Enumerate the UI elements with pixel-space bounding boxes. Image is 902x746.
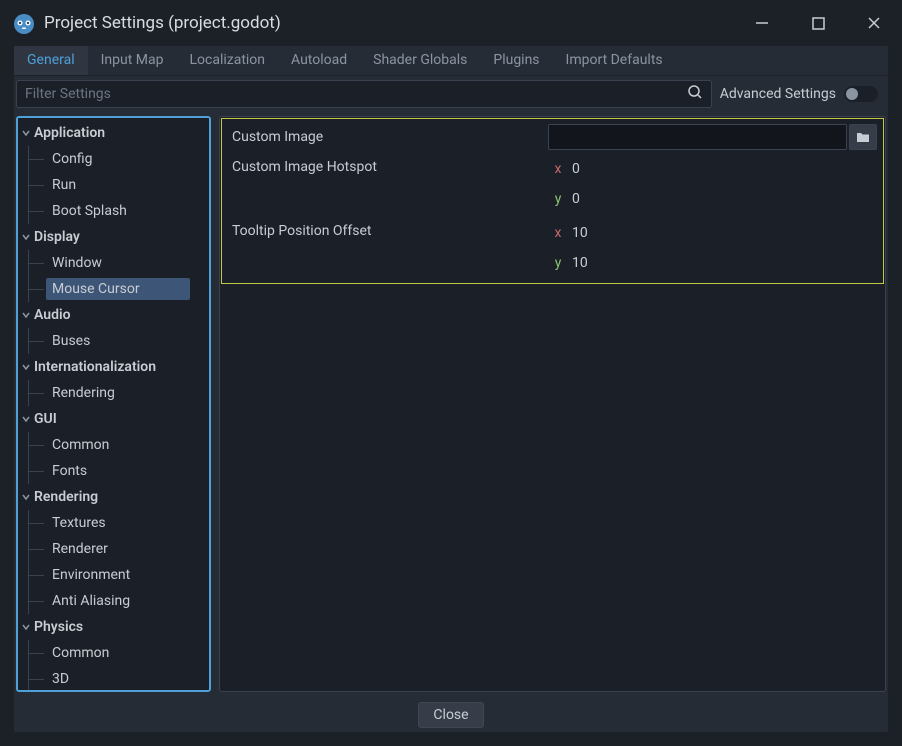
tree-category-label: GUI — [34, 411, 57, 427]
tree-item-label: 3D — [46, 668, 75, 690]
tree-item-anti-aliasing[interactable]: Anti Aliasing — [18, 588, 209, 614]
properties-pane: Custom Image Custom Image Hotspot — [219, 116, 886, 692]
custom-image-hotspot-y-input[interactable] — [568, 191, 877, 207]
tree-item-rendering[interactable]: Rendering — [18, 380, 209, 406]
tree-item-window[interactable]: Window — [18, 250, 209, 276]
chevron-down-icon — [20, 622, 32, 632]
settings-tree[interactable]: Application Config Run Boot Splash Display Wi… — [16, 116, 211, 692]
tree-category-label: Application — [34, 125, 105, 141]
axis-x-label: x — [548, 225, 568, 241]
prop-label-custom-image: Custom Image — [228, 129, 548, 145]
folder-icon — [856, 128, 870, 147]
tree-item-label: Window — [46, 252, 108, 274]
chevron-down-icon — [20, 362, 32, 372]
tree-item-label: Renderer — [46, 538, 114, 560]
tree-item-label: Anti Aliasing — [46, 590, 136, 612]
tab-autoload[interactable]: Autoload — [278, 46, 360, 75]
tree-item-label: Common — [46, 434, 115, 456]
tree-item-label: Fonts — [46, 460, 93, 482]
tree-category-rendering[interactable]: Rendering — [18, 484, 209, 510]
tab-shader-globals[interactable]: Shader Globals — [360, 46, 480, 75]
tree-item-3d[interactable]: 3D — [18, 666, 209, 692]
axis-y-label: y — [548, 191, 568, 207]
tree-item-label: Boot Splash — [46, 200, 133, 222]
minimize-button[interactable] — [746, 7, 778, 39]
tab-import-defaults[interactable]: Import Defaults — [553, 46, 676, 75]
custom-image-hotspot-x-input[interactable] — [568, 161, 877, 177]
tree-item-config[interactable]: Config — [18, 146, 209, 172]
axis-x-label: x — [548, 161, 568, 177]
tree-category-gui[interactable]: GUI — [18, 406, 209, 432]
properties-group: Custom Image Custom Image Hotspot — [221, 118, 884, 284]
browse-file-button[interactable] — [849, 124, 877, 150]
tree-item-label: Textures — [46, 512, 112, 534]
search-field-wrap — [16, 80, 712, 108]
advanced-settings-toggle[interactable] — [844, 86, 878, 102]
chevron-down-icon — [20, 492, 32, 502]
chevron-down-icon — [20, 232, 32, 242]
tree-category-internationalization[interactable]: Internationalization — [18, 354, 209, 380]
tooltip-offset-x-input[interactable] — [568, 225, 877, 241]
tree-category-application[interactable]: Application — [18, 120, 209, 146]
tree-item-label: Buses — [46, 330, 96, 352]
tree-category-label: Rendering — [34, 489, 98, 505]
tree-item-common[interactable]: Common — [18, 640, 209, 666]
chevron-down-icon — [20, 128, 32, 138]
filter-settings-input[interactable] — [21, 82, 687, 106]
tree-item-renderer[interactable]: Renderer — [18, 536, 209, 562]
tree-category-label: Audio — [34, 307, 71, 323]
tree-item-environment[interactable]: Environment — [18, 562, 209, 588]
tree-item-label: Run — [46, 174, 82, 196]
advanced-settings-label: Advanced Settings — [720, 86, 836, 102]
titlebar: Project Settings (project.godot) — [0, 0, 902, 46]
tree-item-label: Config — [46, 148, 98, 170]
tree-item-mouse-cursor[interactable]: Mouse Cursor — [18, 276, 209, 302]
tab-localization[interactable]: Localization — [176, 46, 278, 75]
tree-item-run[interactable]: Run — [18, 172, 209, 198]
tree-category-label: Physics — [34, 619, 83, 635]
tooltip-offset-y-input[interactable] — [568, 255, 877, 271]
tree-item-fonts[interactable]: Fonts — [18, 458, 209, 484]
tree-category-label: Display — [34, 229, 80, 245]
tree-item-common[interactable]: Common — [18, 432, 209, 458]
custom-image-input[interactable] — [548, 124, 847, 150]
tab-plugins[interactable]: Plugins — [480, 46, 552, 75]
tree-item-boot-splash[interactable]: Boot Splash — [18, 198, 209, 224]
tree-category-physics[interactable]: Physics — [18, 614, 209, 640]
chevron-down-icon — [20, 414, 32, 424]
tree-item-label: Environment — [46, 564, 136, 586]
tree-item-buses[interactable]: Buses — [18, 328, 209, 354]
tree-category-display[interactable]: Display — [18, 224, 209, 250]
search-icon — [687, 84, 703, 104]
maximize-button[interactable] — [802, 7, 834, 39]
tab-input-map[interactable]: Input Map — [88, 46, 177, 75]
tree-item-label: Common — [46, 642, 115, 664]
tree-item-label: Mouse Cursor — [46, 278, 190, 300]
close-button[interactable]: Close — [418, 702, 483, 728]
tree-category-label: Internationalization — [34, 359, 156, 375]
window-title: Project Settings (project.godot) — [44, 13, 746, 33]
prop-label-custom-image-hotspot: Custom Image Hotspot — [228, 156, 548, 175]
close-window-button[interactable] — [858, 7, 890, 39]
tree-item-textures[interactable]: Textures — [18, 510, 209, 536]
app-icon — [12, 11, 36, 35]
chevron-down-icon — [20, 310, 32, 320]
tabs: GeneralInput MapLocalizationAutoloadShad… — [14, 46, 888, 76]
axis-y-label: y — [548, 255, 568, 271]
tab-general[interactable]: General — [14, 46, 88, 75]
prop-label-tooltip-position-offset: Tooltip Position Offset — [228, 220, 548, 239]
tree-item-label: Rendering — [46, 382, 121, 404]
tree-category-audio[interactable]: Audio — [18, 302, 209, 328]
